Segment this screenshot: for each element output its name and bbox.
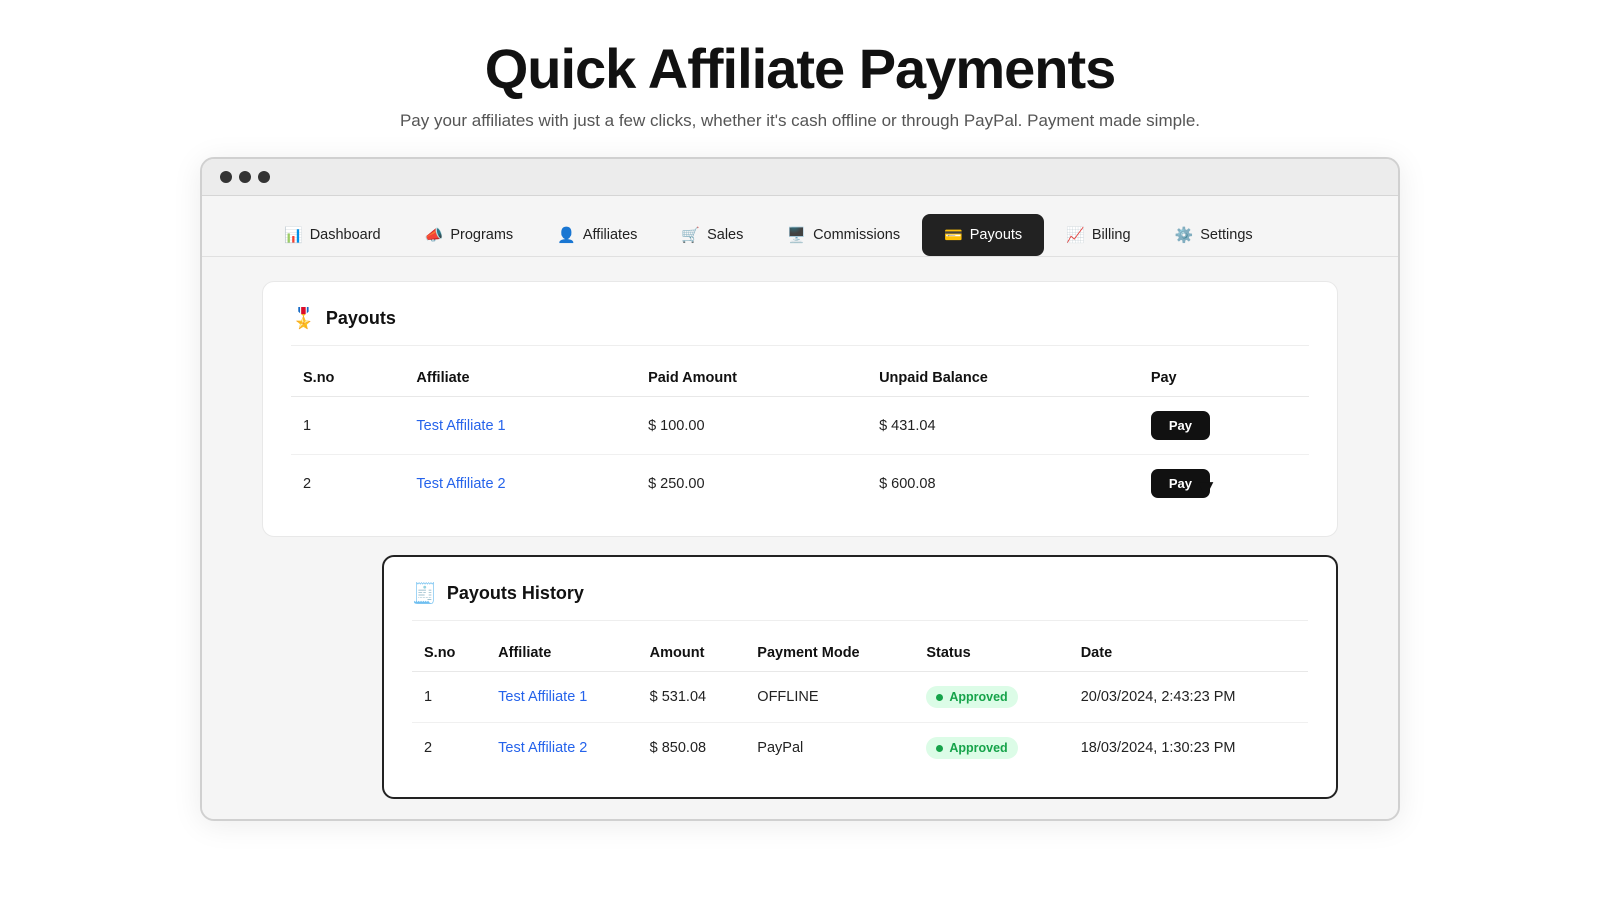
hist-col-payment-mode: Payment Mode	[745, 637, 914, 672]
cell-unpaid-2: $ 600.08	[867, 455, 1139, 513]
billing-icon: 📈	[1066, 226, 1085, 244]
nav-item-programs[interactable]: 📣 Programs	[403, 214, 536, 256]
browser-titlebar	[202, 159, 1398, 196]
col-pay: Pay	[1139, 362, 1309, 397]
history-title-text: Payouts History	[447, 583, 584, 604]
hist-col-affiliate: Affiliate	[486, 637, 637, 672]
browser-window: 📊 Dashboard 📣 Programs 👤 Affiliates 🛒 Sa…	[200, 157, 1400, 821]
cell-affiliate-2: Test Affiliate 2	[404, 455, 636, 513]
settings-icon: ⚙️	[1175, 226, 1194, 244]
hist-cell-amount-1: $ 531.04	[638, 672, 746, 723]
status-badge-2: Approved	[926, 737, 1017, 759]
cell-pay-2: Pay ▼	[1139, 455, 1309, 513]
table-row: 2 Test Affiliate 2 $ 250.00 $ 600.08 Pay…	[291, 455, 1309, 513]
status-label-1: Approved	[949, 690, 1007, 704]
hist-cell-date-1: 20/03/2024, 2:43:23 PM	[1069, 672, 1308, 723]
table-row: 1 Test Affiliate 1 $ 100.00 $ 431.04 Pay	[291, 397, 1309, 455]
hist-cell-affiliate-2: Test Affiliate 2	[486, 723, 637, 774]
col-unpaid-balance: Unpaid Balance	[867, 362, 1139, 397]
programs-icon: 📣	[425, 226, 444, 244]
history-card: 🧾 Payouts History S.no Affiliate Amount …	[382, 555, 1338, 799]
payouts-card-icon: 🎖️	[291, 306, 316, 331]
cell-paid-2: $ 250.00	[636, 455, 867, 513]
payouts-card-title: 🎖️ Payouts	[291, 306, 1309, 346]
content-area: 🎖️ Payouts S.no Affiliate Paid Amount Un…	[202, 257, 1398, 819]
payouts-title-text: Payouts	[326, 308, 396, 329]
affiliate-link-1[interactable]: Test Affiliate 1	[416, 418, 505, 434]
table-row: 2 Test Affiliate 2 $ 850.08 PayPal Appro…	[412, 723, 1308, 774]
nav-item-commissions[interactable]: 🖥️ Commissions	[765, 214, 922, 256]
hist-cell-amount-2: $ 850.08	[638, 723, 746, 774]
nav-item-affiliates[interactable]: 👤 Affiliates	[535, 214, 659, 256]
nav-item-sales[interactable]: 🛒 Sales	[659, 214, 765, 256]
nav-item-billing[interactable]: 📈 Billing	[1044, 214, 1152, 256]
cell-sno-1: 1	[291, 397, 404, 455]
history-table: S.no Affiliate Amount Payment Mode Statu…	[412, 637, 1308, 773]
dashboard-icon: 📊	[284, 226, 303, 244]
status-dot-1	[936, 694, 943, 701]
nav-label-payouts: Payouts	[970, 227, 1022, 243]
page-subtitle: Pay your affiliates with just a few clic…	[400, 111, 1200, 131]
nav-label-dashboard: Dashboard	[310, 227, 381, 243]
history-card-icon: 🧾	[412, 581, 437, 606]
nav-label-billing: Billing	[1092, 227, 1131, 243]
nav-label-sales: Sales	[707, 227, 743, 243]
hist-col-amount: Amount	[638, 637, 746, 672]
commissions-icon: 🖥️	[787, 226, 806, 244]
nav-bar: 📊 Dashboard 📣 Programs 👤 Affiliates 🛒 Sa…	[202, 196, 1398, 257]
cell-pay-1: Pay	[1139, 397, 1309, 455]
hist-cell-mode-2: PayPal	[745, 723, 914, 774]
cell-sno-2: 2	[291, 455, 404, 513]
status-dot-2	[936, 745, 943, 752]
col-sno: S.no	[291, 362, 404, 397]
pay-button-1[interactable]: Pay	[1151, 411, 1210, 440]
status-label-2: Approved	[949, 741, 1007, 755]
nav-item-settings[interactable]: ⚙️ Settings	[1153, 214, 1275, 256]
affiliates-icon: 👤	[557, 226, 576, 244]
payouts-icon: 💳	[944, 226, 963, 244]
page-title: Quick Affiliate Payments	[485, 36, 1116, 101]
pay-button-2[interactable]: Pay	[1151, 469, 1210, 498]
col-affiliate: Affiliate	[404, 362, 636, 397]
payouts-card: 🎖️ Payouts S.no Affiliate Paid Amount Un…	[262, 281, 1338, 537]
cell-affiliate-1: Test Affiliate 1	[404, 397, 636, 455]
cell-unpaid-1: $ 431.04	[867, 397, 1139, 455]
hist-col-sno: S.no	[412, 637, 486, 672]
hist-cell-sno-1: 1	[412, 672, 486, 723]
nav-label-affiliates: Affiliates	[583, 227, 638, 243]
nav-label-settings: Settings	[1200, 227, 1252, 243]
history-card-title: 🧾 Payouts History	[412, 581, 1308, 621]
nav-item-dashboard[interactable]: 📊 Dashboard	[262, 214, 403, 256]
browser-dot-2	[239, 171, 251, 183]
hist-cell-status-2: Approved	[914, 723, 1068, 774]
hist-col-date: Date	[1069, 637, 1308, 672]
history-card-wrapper: 🧾 Payouts History S.no Affiliate Amount …	[382, 555, 1338, 799]
hist-cell-status-1: Approved	[914, 672, 1068, 723]
nav-item-payouts[interactable]: 💳 Payouts	[922, 214, 1044, 256]
hist-cell-affiliate-1: Test Affiliate 1	[486, 672, 637, 723]
hist-cell-sno-2: 2	[412, 723, 486, 774]
hist-affiliate-link-2[interactable]: Test Affiliate 2	[498, 740, 587, 756]
col-paid-amount: Paid Amount	[636, 362, 867, 397]
hist-affiliate-link-1[interactable]: Test Affiliate 1	[498, 689, 587, 705]
nav-label-commissions: Commissions	[813, 227, 900, 243]
hist-col-status: Status	[914, 637, 1068, 672]
hist-cell-date-2: 18/03/2024, 1:30:23 PM	[1069, 723, 1308, 774]
sales-icon: 🛒	[681, 226, 700, 244]
browser-dot-3	[258, 171, 270, 183]
affiliate-link-2[interactable]: Test Affiliate 2	[416, 476, 505, 492]
nav-label-programs: Programs	[450, 227, 513, 243]
payouts-table: S.no Affiliate Paid Amount Unpaid Balanc…	[291, 362, 1309, 512]
hist-cell-mode-1: OFFLINE	[745, 672, 914, 723]
browser-dot-1	[220, 171, 232, 183]
cell-paid-1: $ 100.00	[636, 397, 867, 455]
table-row: 1 Test Affiliate 1 $ 531.04 OFFLINE Appr…	[412, 672, 1308, 723]
status-badge-1: Approved	[926, 686, 1017, 708]
